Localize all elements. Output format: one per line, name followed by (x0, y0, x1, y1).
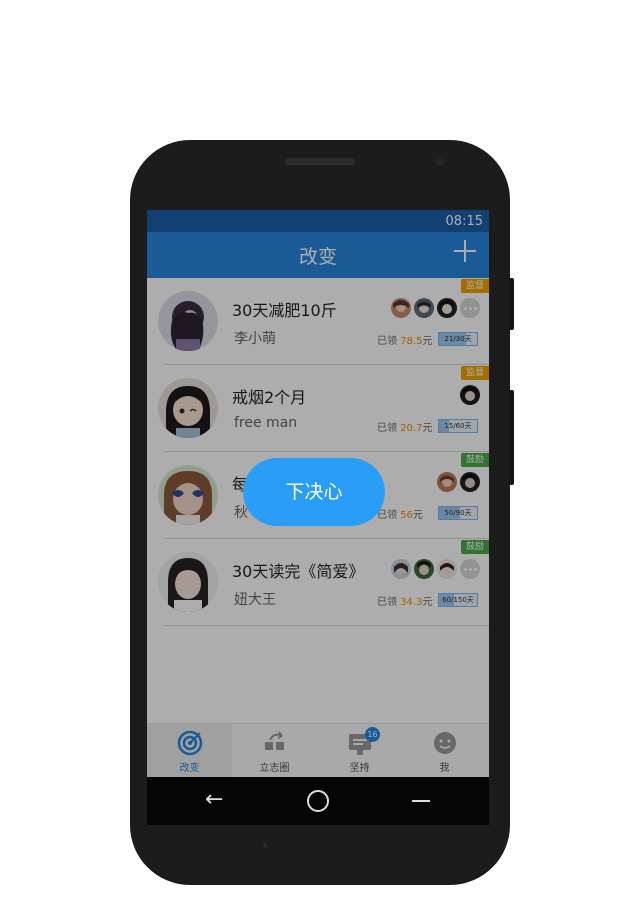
microphone-hole (263, 843, 267, 847)
front-camera (435, 156, 445, 166)
power-button (509, 278, 514, 330)
volume-button (509, 390, 514, 485)
recents-icon[interactable] (412, 800, 430, 802)
system-nav-bar: ← (147, 777, 489, 825)
home-circle-icon[interactable] (307, 790, 329, 812)
speaker-grille (285, 158, 355, 164)
back-arrow-icon[interactable]: ← (205, 789, 223, 811)
screen: 08:15 改变 30天减肥10斤 李小萌 监督 已领 78.5元 21/30天 (147, 210, 489, 825)
decide-button[interactable]: 下决心 (243, 458, 385, 526)
